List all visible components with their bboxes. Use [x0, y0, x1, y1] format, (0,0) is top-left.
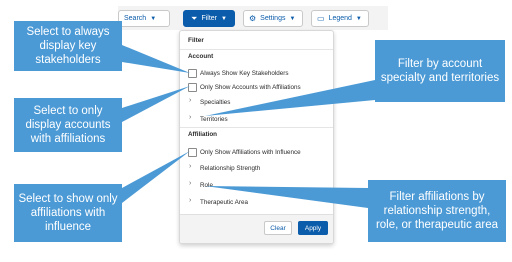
pointer-affiliations-influence [122, 151, 190, 203]
callout-specialty-territories: Filter by account specialty and territor… [375, 40, 505, 102]
pointer-accounts-affiliations [122, 86, 190, 122]
pointer-affiliation-filters [205, 186, 368, 208]
callout-affiliation-filters: Filter affiliations by relationship stre… [368, 180, 506, 242]
callout-affiliations-influence: Select to show only affiliations with in… [14, 184, 122, 242]
pointer-specialty-territories [205, 80, 375, 116]
callout-key-stakeholders: Select to always display key stakeholder… [14, 21, 122, 71]
callout-accounts-affiliations: Select to only display accounts with aff… [14, 98, 122, 152]
pointer-key-stakeholders [122, 45, 190, 73]
